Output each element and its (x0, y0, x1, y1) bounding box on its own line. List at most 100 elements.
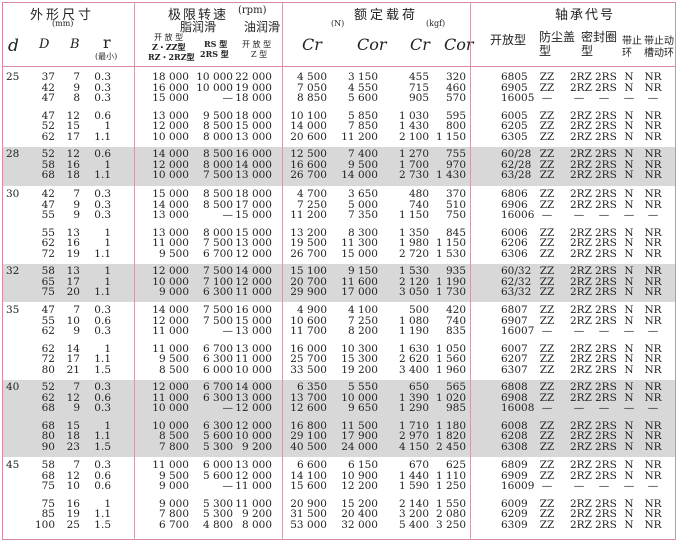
table-cell: 29 900 (290, 286, 327, 299)
table-cell: 16008 (501, 402, 535, 415)
table-cell: — (598, 209, 610, 222)
table-cell: — (541, 480, 553, 493)
table-cell: 2RZ (570, 188, 592, 200)
table-cell: 13 000 (235, 459, 272, 471)
table-cell: 3 150 (347, 71, 378, 83)
table-cell: 6807 (501, 304, 528, 316)
table-cell: 19 200 (341, 364, 378, 376)
table-cell: 2 730 (398, 169, 429, 182)
table-cell: 32 000 (341, 519, 378, 531)
table-cell: ZZ (539, 364, 555, 376)
table-cell: 63/32 (501, 286, 532, 299)
load-unit-n: (N) (331, 19, 345, 28)
table-cell: 12 600 (290, 402, 327, 415)
table-cell: 2RS (595, 248, 617, 260)
table-cell: 0.6 (94, 480, 111, 493)
table-cell: 0.3 (94, 304, 111, 316)
col-cor: Cor (357, 35, 387, 54)
rs-type: RS 型 (204, 39, 228, 49)
table-cell: 12 000 (235, 402, 272, 415)
table-cell: 2RS (595, 71, 617, 83)
table-cell: NR (644, 188, 662, 200)
table-cell: N (624, 188, 634, 200)
table-cell: 8 200 (347, 325, 378, 338)
table-cell: 60/28 (501, 148, 532, 160)
table-cell: 19 (66, 248, 80, 260)
table-cell: 650 (408, 381, 429, 393)
col-d: d (8, 36, 19, 56)
table-cell: 5 600 (347, 92, 378, 105)
table-cell: 750 (445, 209, 466, 222)
table-cell: 0.3 (94, 188, 111, 200)
table-cell: 4 100 (347, 304, 378, 316)
table-header: 外形尺寸 (mm) d D B r (最小) 极限转速 (rpm) 脂润滑 油润… (2, 2, 676, 66)
table-cell: 3 050 (398, 286, 429, 299)
table-cell: 13 (66, 265, 80, 277)
table-cell: 1 590 (398, 480, 429, 493)
table-cell: 935 (445, 265, 466, 277)
table-cell: 100 (34, 519, 55, 531)
table-cell: 16005 (501, 92, 535, 105)
table-cell: 2RZ (570, 459, 592, 471)
table-cell: 15 000 (152, 188, 189, 200)
table-cell: 2RZ (570, 364, 592, 376)
table-cell: 11 000 (235, 286, 272, 299)
table-cell: ZZ (539, 286, 555, 299)
table-cell: 6 700 (202, 248, 233, 260)
table-cell: 755 (445, 148, 466, 160)
table-cell: 7 (73, 188, 80, 200)
table-cell: 15 600 (290, 480, 327, 493)
table-cell: 1.5 (94, 441, 111, 453)
table-cell: 62 (41, 131, 55, 143)
table-cell: 7 (73, 71, 80, 83)
table-cell: 11 700 (290, 325, 327, 338)
table-cell: N (624, 364, 634, 376)
table-cell: N (624, 248, 634, 260)
table-cell: 18 000 (235, 188, 272, 200)
table-cell: ZZ (539, 381, 555, 393)
table-cell: 80 (41, 364, 55, 376)
load-title: 额定载荷 (354, 8, 419, 23)
table-cell: — (623, 325, 635, 338)
table-cell: 16009 (501, 480, 535, 493)
table-cell: — (541, 402, 553, 415)
table-cell: 1.5 (94, 364, 111, 376)
table-cell: 3 650 (347, 188, 378, 200)
table-cell: 2RZ (570, 248, 592, 260)
table-cell: N (624, 459, 634, 471)
col-snap-groove: 带止动槽动环 (644, 36, 674, 59)
table-cell: 7 400 (347, 148, 378, 160)
grease-zz: Z・ZZ型 (152, 42, 186, 52)
table-cell: 18 (66, 169, 80, 182)
table-cell: — (647, 209, 659, 222)
table-cell: — (647, 325, 659, 338)
table-cell: 7 (73, 459, 80, 471)
table-cell: 1.1 (94, 169, 111, 182)
table-cell: 1 150 (398, 209, 429, 222)
table-cell: 2RS (595, 304, 617, 316)
table-cell: — (222, 209, 234, 222)
table-cell: 9 (73, 209, 80, 222)
table-cell: 985 (445, 402, 466, 415)
table-cell: 12 000 (152, 381, 189, 393)
table-cell: ZZ (539, 459, 555, 471)
table-cell: 7 500 (202, 304, 233, 316)
table-cell: 16006 (501, 209, 535, 222)
table-cell: 1 530 (435, 248, 466, 260)
table-cell: 14 000 (235, 265, 272, 277)
table-cell: NR (644, 265, 662, 277)
table-cell: N (624, 381, 634, 393)
table-cell: — (623, 402, 635, 415)
table-cell: N (624, 265, 634, 277)
table-cell: 1.1 (94, 131, 111, 143)
table-cell: 2RZ (570, 441, 592, 453)
table-cell: 4 500 (296, 71, 327, 83)
table-cell: 565 (445, 381, 466, 393)
bore-diameter: 30 (6, 188, 20, 200)
table-cell: 9 150 (347, 265, 378, 277)
table-cell: 6 150 (347, 459, 378, 471)
table-cell: ZZ (539, 265, 555, 277)
table-cell: 10 (66, 480, 80, 493)
table-cell: 0.3 (94, 381, 111, 393)
table-cell: — (222, 325, 234, 338)
